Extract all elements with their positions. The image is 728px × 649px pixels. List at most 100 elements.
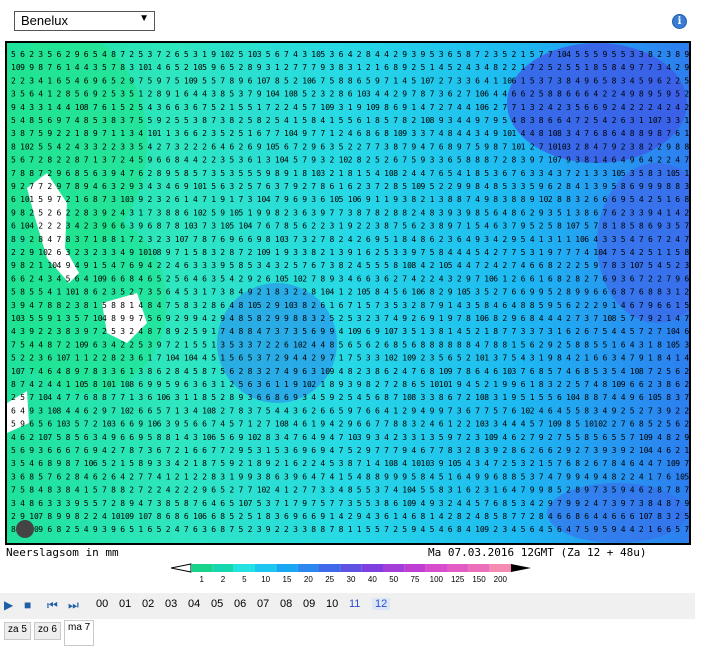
grid-value: 3 [530,116,535,125]
grid-value: 6 [521,380,526,389]
grid-value: 9 [630,393,635,402]
grid-value: 4 [621,525,626,534]
day-tab-za-5[interactable]: za 5 [4,622,31,640]
grid-value: 4 [630,486,635,495]
next-button[interactable]: ⏭ [68,598,79,613]
grid-value: 6 [548,116,553,125]
grid-value: 8 [111,116,116,125]
grid-value: 7 [29,182,34,191]
grid-value: 4 [457,103,462,112]
hour-02[interactable]: 02 [142,598,154,610]
grid-value: 5 [320,499,325,508]
hour-00[interactable]: 00 [96,598,108,610]
grid-value: 8 [239,406,244,415]
grid-value: 8 [375,367,380,376]
info-icon[interactable]: i [672,14,687,29]
hour-08[interactable]: 08 [280,598,292,610]
grid-value: 7 [630,433,635,442]
grid-value: 9 [366,433,371,442]
grid-value: 2 [193,142,198,151]
region-select[interactable]: Benelux ▼ [14,11,155,31]
grid-value: 2 [393,90,398,99]
grid-value: 5 [384,248,389,257]
grid-value: 9 [348,248,353,257]
grid-value: 6 [193,446,198,455]
grid-value: 6 [357,195,362,204]
hour-09[interactable]: 09 [303,598,315,610]
grid-value: 4 [512,420,517,429]
hour-06[interactable]: 06 [234,598,246,610]
grid-value: 9 [320,354,325,363]
hour-11[interactable]: 11 [349,598,360,610]
stop-button[interactable]: ■ [24,598,31,612]
grid-value: 8 [202,116,207,125]
grid-value: 4 [302,354,307,363]
grid-value: 4 [630,340,635,349]
grid-value: 8 [521,116,526,125]
grid-value: 4 [539,314,544,323]
grid-value: 6 [603,354,608,363]
grid-value: 4 [466,459,471,468]
hour-04[interactable]: 04 [188,598,200,610]
grid-value: 6 [20,50,25,59]
grid-value: 2 [566,314,571,323]
grid-value: 9 [47,195,52,204]
grid-value: 2 [575,261,580,270]
grid-value: 2 [66,301,71,310]
grid-value: 3 [593,169,598,178]
grid-value: 4 [539,406,544,415]
hour-07[interactable]: 07 [257,598,269,610]
grid-value: 2 [530,446,535,455]
grid-value: 9 [93,90,98,99]
day-tab-ma-7[interactable]: ma 7 [64,620,95,646]
grid-value: 8 [84,301,89,310]
grid-value: 9 [111,169,116,178]
grid-value: 10 [684,116,689,125]
prev-button[interactable]: ⏮ [47,598,58,613]
grid-value: 6 [129,433,134,442]
hour-12[interactable]: 12 [372,598,391,610]
grid-value: 9 [257,142,262,151]
grid-value: 1 [502,393,507,402]
grid-value: 8 [484,301,489,310]
grid-value: 6 [512,288,517,297]
grid-value: 2 [175,486,180,495]
grid-value: 8 [348,486,353,495]
day-tab-zo-6[interactable]: zo 6 [34,622,61,640]
grid-value: 8 [220,90,225,99]
grid-value: 7 [293,433,298,442]
grid-value: 8 [657,486,662,495]
grid-value: 2 [47,327,52,336]
grid-value: 9 [630,63,635,72]
grid-value: 3 [211,169,216,178]
grid-value: 3 [457,76,462,85]
grid-value: 3 [430,393,435,402]
grid-value: 2 [129,103,134,112]
grid-value: 9 [357,380,362,389]
hour-05[interactable]: 05 [211,598,223,610]
grid-value: 2 [357,222,362,231]
grid-value: 8 [393,142,398,151]
grid-value: 4 [621,459,626,468]
grid-value: 1 [648,472,653,481]
play-button[interactable]: ▶ [4,598,13,612]
grid-value: 8 [11,235,16,244]
grid-value: 7 [475,261,480,270]
grid-value: 5 [603,327,608,336]
hour-10[interactable]: 10 [326,598,338,610]
hour-01[interactable]: 01 [119,598,131,610]
grid-value: 5 [229,261,234,270]
grid-value: 8 [502,472,507,481]
grid-value: 5 [630,222,635,231]
grid-value: 8 [639,90,644,99]
grid-value: 3 [557,76,562,85]
grid-value: 7 [648,367,653,376]
grid-value: 2 [493,288,498,297]
grid-value: 3 [630,169,635,178]
grid-value: 7 [539,420,544,429]
grid-value: 7 [684,314,689,323]
grid-value: 2 [129,50,134,59]
grid-value: 9 [20,235,25,244]
hour-03[interactable]: 03 [165,598,177,610]
grid-value: 6 [20,274,25,283]
